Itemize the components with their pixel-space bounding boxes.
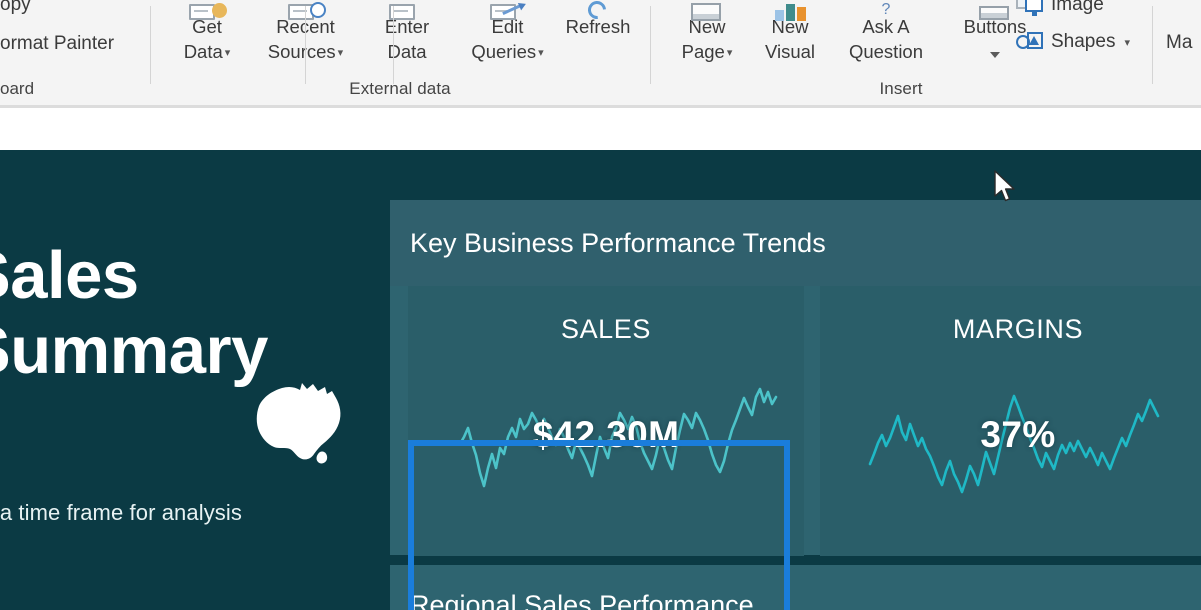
ribbon-separator bbox=[393, 6, 394, 84]
new-page-icon bbox=[687, 0, 727, 28]
report-canvas: Sales Summary ect a time frame for analy… bbox=[0, 150, 1201, 610]
edit-queries-button[interactable]: Edit Queries ▾ bbox=[455, 4, 560, 66]
refresh-icon bbox=[578, 0, 618, 28]
regional-panel[interactable]: Regional Sales Performance bbox=[390, 565, 1201, 610]
kpi-card-margins-label: MARGINS bbox=[952, 314, 1084, 344]
mouse-cursor bbox=[994, 170, 1015, 202]
time-frame-instruction: ect a time frame for analysis bbox=[0, 500, 242, 525]
kpi-card-sales-label: SALES bbox=[560, 314, 652, 344]
kpi-card-margins-value: 37% bbox=[980, 414, 1056, 455]
copy-button[interactable]: opy bbox=[0, 0, 31, 16]
ribbon-group-label-external-data: External data bbox=[349, 79, 451, 98]
power-bi-window: opy ormat Painter oard Get Data▾ Recent … bbox=[0, 0, 1201, 610]
ribbon-group-label-clipboard: oard bbox=[0, 79, 35, 98]
ribbon-group-label-insert: Insert bbox=[879, 79, 923, 98]
new-visual-button[interactable]: New Visual bbox=[749, 4, 831, 64]
ribbon-group-next-partial[interactable]: Ma bbox=[1166, 32, 1192, 54]
page-title: Sales Summary bbox=[0, 238, 268, 388]
regional-panel-title: Regional Sales Performance bbox=[410, 590, 754, 610]
image-icon bbox=[1016, 0, 1044, 16]
chevron-down-icon: ▾ bbox=[337, 47, 344, 59]
enter-data-button[interactable]: Enter Data bbox=[364, 4, 450, 64]
report-title-panel: Sales Summary ect a time frame for analy… bbox=[0, 150, 374, 610]
ribbon-separator bbox=[1152, 6, 1153, 84]
chevron-down-icon: ▾ bbox=[224, 47, 231, 59]
shapes-button[interactable]: Shapes ▾ bbox=[1016, 31, 1130, 53]
chevron-down-icon bbox=[990, 52, 1000, 58]
report-content: Key Business Performance Trends SALES $4… bbox=[374, 150, 1201, 610]
ribbon-group-insert: New Page ▾ New Visual ? Ask A Question B… bbox=[650, 0, 1152, 105]
ribbon-separator bbox=[305, 6, 306, 84]
new-page-button[interactable]: New Page ▾ bbox=[663, 3, 751, 66]
ribbon: opy ormat Painter oard Get Data▾ Recent … bbox=[0, 0, 1201, 105]
kpi-card-sales[interactable]: SALES $42.30M bbox=[408, 286, 804, 556]
edit-queries-icon bbox=[488, 0, 528, 28]
chevron-down-icon: ▾ bbox=[538, 47, 544, 59]
image-button[interactable]: Image bbox=[1016, 0, 1104, 16]
kpi-card-margins[interactable]: MARGINS 37% bbox=[820, 286, 1201, 556]
kpi-panel-header: Key Business Performance Trends bbox=[390, 200, 1201, 286]
shapes-icon bbox=[1016, 31, 1044, 53]
chevron-down-icon[interactable]: ▾ bbox=[1124, 36, 1130, 49]
ask-a-question-icon: ? bbox=[881, 1, 891, 18]
new-visual-icon bbox=[770, 0, 810, 28]
get-data-icon bbox=[187, 0, 227, 28]
ribbon-group-clipboard: opy ormat Painter oard bbox=[0, 0, 150, 105]
kpi-panel[interactable]: Key Business Performance Trends SALES $4… bbox=[390, 200, 1201, 556]
kpi-panel-title: Key Business Performance Trends bbox=[410, 228, 826, 258]
ask-a-question-button[interactable]: ? Ask A Question bbox=[828, 2, 944, 64]
ribbon-group-external-data: Get Data▾ Recent Sources▾ Enter Data bbox=[150, 0, 650, 105]
ribbon-gap bbox=[0, 108, 1201, 150]
buttons-icon bbox=[975, 0, 1015, 28]
australia-map-icon bbox=[256, 383, 341, 464]
chevron-down-icon: ▾ bbox=[726, 47, 733, 59]
format-painter-button[interactable]: ormat Painter bbox=[0, 33, 114, 55]
get-data-button[interactable]: Get Data ▾ bbox=[167, 3, 247, 66]
refresh-button[interactable]: Refresh bbox=[548, 0, 648, 39]
kpi-card-sales-value: $42.30M bbox=[532, 414, 680, 455]
